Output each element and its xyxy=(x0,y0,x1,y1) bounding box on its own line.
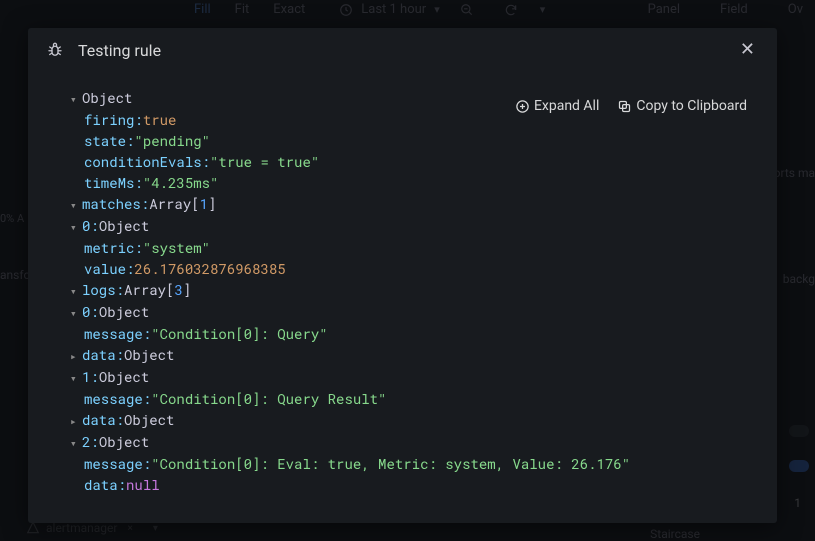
expand-all-label: Expand All xyxy=(534,98,599,114)
tree-state: state: "pending" xyxy=(84,130,747,151)
tree-conditionevals: conditionEvals: "true = true" xyxy=(84,151,747,172)
copy-clipboard-button[interactable]: Copy to Clipboard xyxy=(617,98,747,114)
tree-logs-1-data[interactable]: ▸data: Object xyxy=(84,409,747,431)
json-tree: ▾Object firing: true state: "pending" co… xyxy=(28,73,777,523)
tree-logs-0-data[interactable]: ▸data: Object xyxy=(84,344,747,366)
close-button[interactable]: ✕ xyxy=(736,39,759,61)
plus-circle-icon xyxy=(515,99,530,114)
testing-rule-modal: Testing rule ✕ Expand All Copy to Clipbo… xyxy=(28,28,777,523)
tree-matches[interactable]: ▾matches: Array[1] xyxy=(84,193,747,215)
tree-matches-0-value: value: 26.176032876968385 xyxy=(84,258,747,279)
copy-icon xyxy=(617,99,632,114)
tree-logs-2-message: message: "Condition[0]: Eval: true, Metr… xyxy=(84,453,747,474)
tree-logs-0-message: message: "Condition[0]: Query" xyxy=(84,323,747,344)
tree-logs-1[interactable]: ▾1: Object xyxy=(84,366,747,388)
copy-clipboard-label: Copy to Clipboard xyxy=(636,98,747,114)
tree-timems: timeMs: "4.235ms" xyxy=(84,172,747,193)
tree-logs-2[interactable]: ▾2: Object xyxy=(84,431,747,453)
modal-title: Testing rule xyxy=(78,41,161,60)
tree-logs-0[interactable]: ▾0: Object xyxy=(84,301,747,323)
tree-logs[interactable]: ▾logs: Array[3] xyxy=(84,279,747,301)
modal-header: Testing rule ✕ xyxy=(28,28,777,73)
expand-all-button[interactable]: Expand All xyxy=(515,98,599,114)
tree-matches-0-metric: metric: "system" xyxy=(84,237,747,258)
tree-logs-1-message: message: "Condition[0]: Query Result" xyxy=(84,388,747,409)
tree-matches-0[interactable]: ▾0: Object xyxy=(84,215,747,237)
bug-icon xyxy=(46,41,64,59)
tree-logs-2-data: data: null xyxy=(84,474,747,495)
